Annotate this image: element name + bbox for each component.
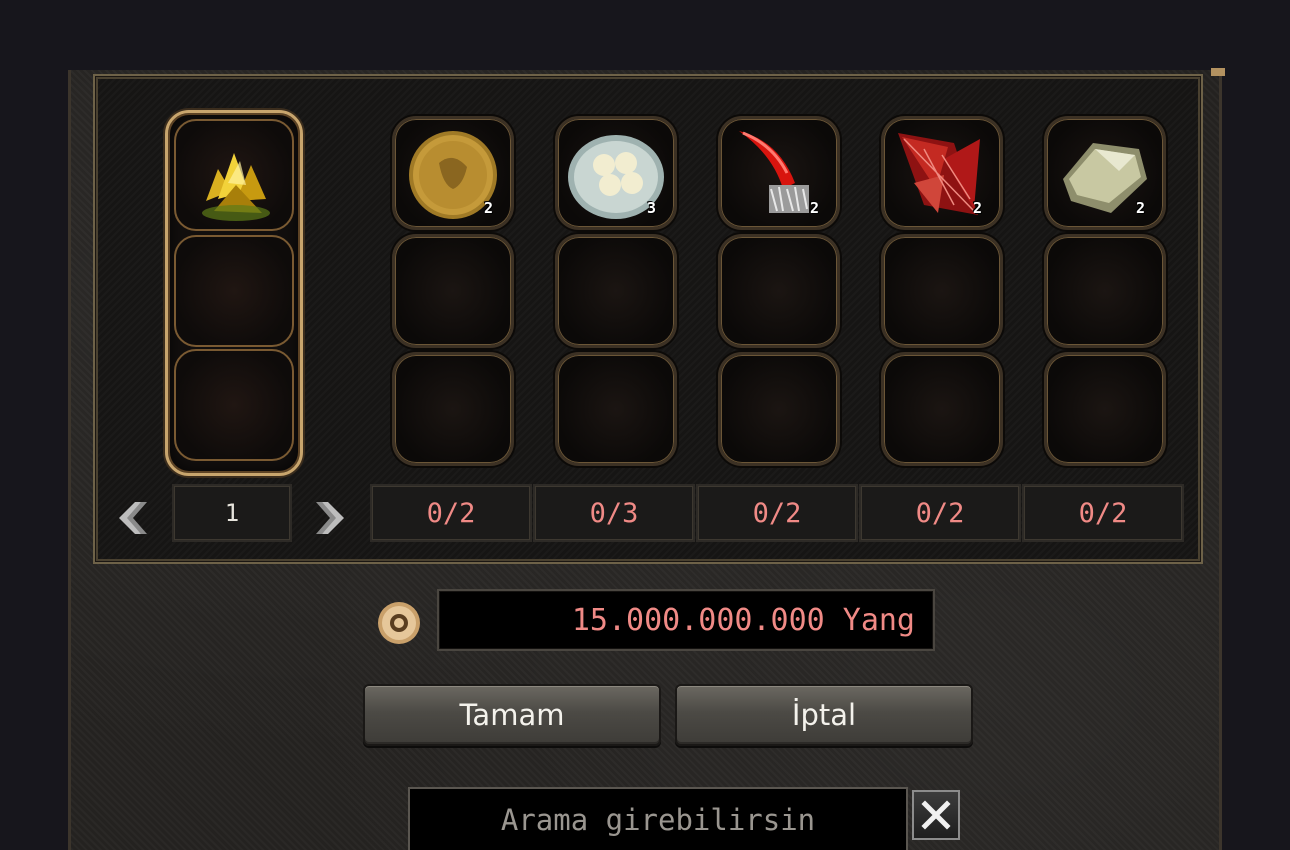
- red-crystal-icon: [898, 133, 980, 215]
- material-counter: 0/3: [533, 484, 695, 542]
- next-page-arrow-icon[interactable]: [308, 498, 348, 538]
- material-slot[interactable]: 2: [881, 116, 1003, 230]
- result-slot-3[interactable]: [174, 349, 294, 461]
- material-column-4: 2: [877, 116, 1007, 468]
- material-slot[interactable]: [392, 234, 514, 348]
- cost-field: 15.000.000.000 Yang: [437, 589, 935, 651]
- material-counter: 0/2: [859, 484, 1021, 542]
- material-slot[interactable]: [555, 352, 677, 466]
- material-slot[interactable]: [392, 352, 514, 466]
- result-slot-1[interactable]: [174, 119, 294, 231]
- material-slot[interactable]: 2: [718, 116, 840, 230]
- material-counter: 0/2: [370, 484, 532, 542]
- search-input[interactable]: Arama girebilirsin: [408, 787, 908, 850]
- result-slot-2[interactable]: [174, 235, 294, 347]
- material-column-5: 2: [1040, 116, 1170, 468]
- material-slot[interactable]: [718, 352, 840, 466]
- result-slot-column: [165, 110, 303, 476]
- material-slot[interactable]: [718, 234, 840, 348]
- material-column-2: 3: [551, 116, 681, 468]
- material-counter: 0/2: [696, 484, 858, 542]
- material-slot[interactable]: [1044, 234, 1166, 348]
- page-number: 1: [172, 484, 292, 542]
- material-column-1: 2: [388, 116, 518, 468]
- material-slot[interactable]: [555, 234, 677, 348]
- quantity-badge: 3: [646, 199, 656, 217]
- material-slot[interactable]: 3: [555, 116, 677, 230]
- quantity-badge: 2: [972, 199, 982, 217]
- yellow-gem-ore-icon: [202, 153, 270, 221]
- dumplings-bowl-icon: [568, 135, 664, 219]
- clear-search-button[interactable]: [912, 790, 960, 840]
- cancel-button[interactable]: İptal: [675, 684, 973, 746]
- material-slot[interactable]: [1044, 352, 1166, 466]
- yang-coin-icon: [378, 602, 420, 644]
- red-claw-icon: [739, 131, 809, 213]
- quantity-badge: 2: [483, 199, 493, 217]
- confirm-button[interactable]: Tamam: [363, 684, 661, 746]
- gold-coin-icon: [409, 131, 497, 219]
- material-slot[interactable]: 2: [392, 116, 514, 230]
- pale-stone-icon: [1063, 143, 1147, 213]
- quantity-badge: 2: [1135, 199, 1145, 217]
- material-column-3: 2: [714, 116, 844, 468]
- prev-page-arrow-icon[interactable]: [115, 498, 155, 538]
- quantity-badge: 2: [809, 199, 819, 217]
- material-counter: 0/2: [1022, 484, 1184, 542]
- material-slot[interactable]: [881, 234, 1003, 348]
- material-slot[interactable]: [881, 352, 1003, 466]
- material-slot[interactable]: 2: [1044, 116, 1166, 230]
- close-icon: [921, 800, 951, 830]
